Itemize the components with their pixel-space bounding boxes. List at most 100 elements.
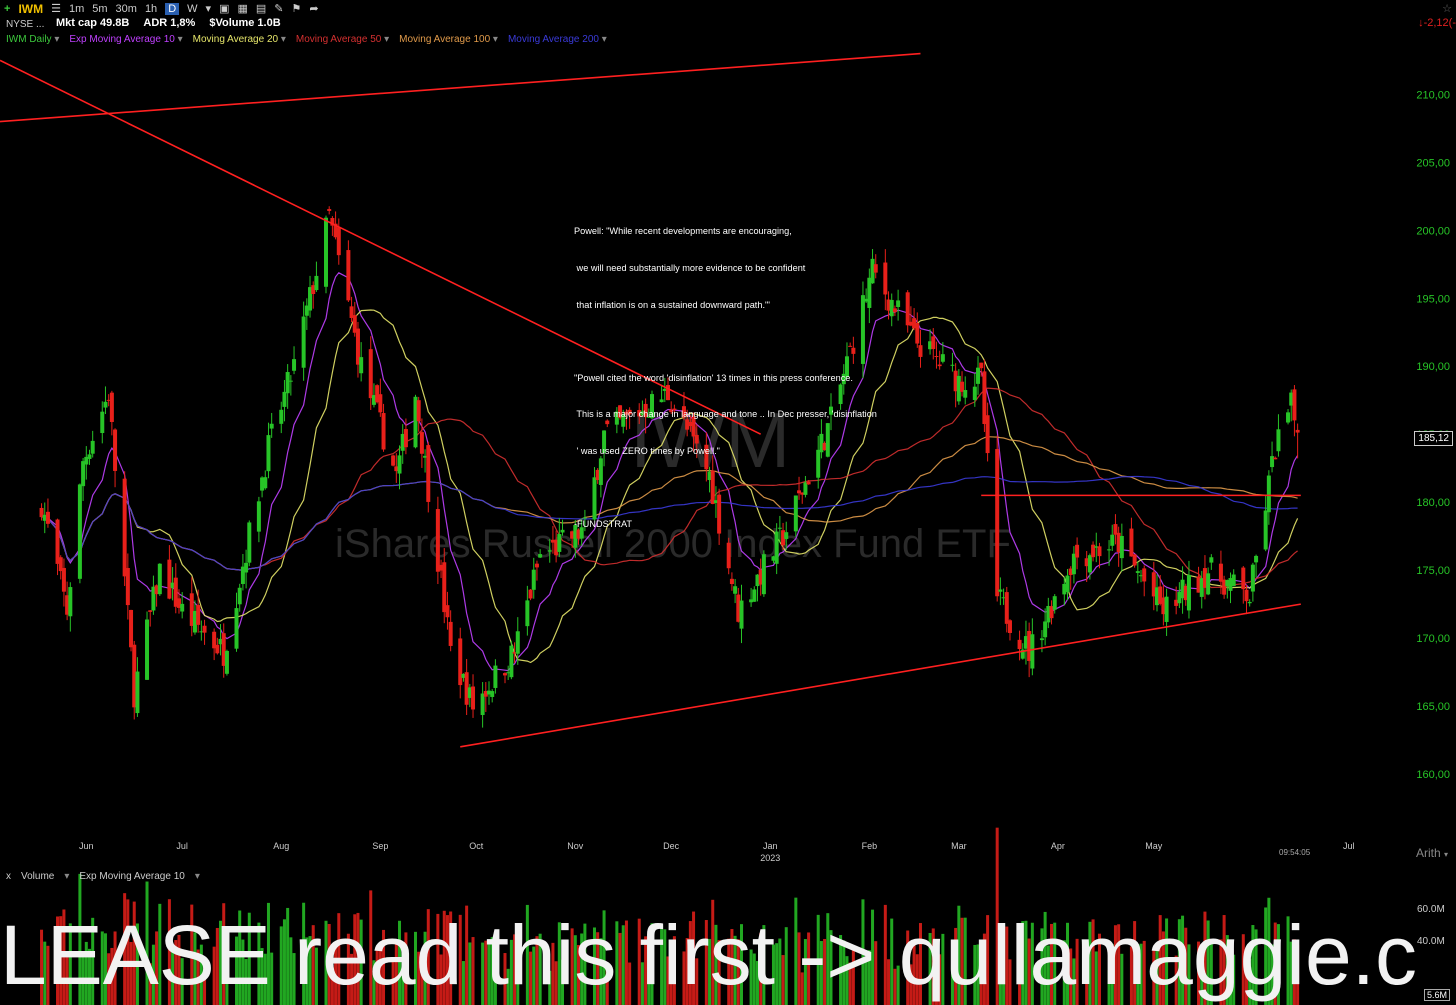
candle-body bbox=[1186, 574, 1191, 611]
time-tick-label: Dec bbox=[663, 841, 680, 851]
trendline bbox=[460, 603, 1301, 748]
candle-body bbox=[45, 511, 50, 524]
candle-body bbox=[288, 380, 293, 382]
candle-body bbox=[480, 693, 485, 716]
candle-body bbox=[148, 610, 153, 612]
candle-body bbox=[1065, 575, 1070, 593]
candle-body bbox=[381, 413, 386, 450]
candle-body bbox=[1209, 557, 1214, 563]
annotation-line: Powell: "While recent developments are e… bbox=[574, 226, 792, 237]
scale-mode-label: Arith bbox=[1416, 846, 1441, 860]
candle-body bbox=[368, 349, 373, 399]
candle-body bbox=[1039, 638, 1044, 641]
candle-body bbox=[547, 550, 552, 552]
annotation-line: "Powell cited the word 'disinflation' 13… bbox=[574, 372, 853, 383]
annotation-line: -FUNDSTRAT bbox=[574, 519, 633, 530]
candle-body bbox=[1292, 389, 1297, 421]
time-tick-label: Feb bbox=[862, 841, 878, 851]
candle-body bbox=[68, 587, 73, 617]
volume-legend-item[interactable]: Volume bbox=[21, 871, 54, 882]
candle-body bbox=[403, 429, 408, 448]
candle-body bbox=[122, 478, 127, 577]
candle-body bbox=[1075, 544, 1080, 558]
candle-body bbox=[889, 299, 894, 317]
clock-label: 09:54:05 bbox=[1279, 848, 1311, 857]
candle-body bbox=[1007, 620, 1012, 633]
price-tick-label: 180,00 bbox=[1416, 497, 1450, 509]
time-tick-label: Apr bbox=[1051, 841, 1065, 851]
candle-body bbox=[1263, 510, 1268, 550]
candle-body bbox=[1132, 554, 1137, 566]
candle-body bbox=[1052, 596, 1057, 610]
price-tick-label: 175,00 bbox=[1416, 565, 1450, 577]
candle-body bbox=[90, 440, 95, 454]
annotation-note: Powell: "While recent developments are e… bbox=[574, 201, 877, 543]
candle-body bbox=[145, 619, 150, 680]
candle-body bbox=[113, 429, 118, 471]
price-tick-label: 165,00 bbox=[1416, 701, 1450, 713]
candle-body bbox=[445, 605, 450, 618]
price-tick-label: 170,00 bbox=[1416, 633, 1450, 645]
candle-body bbox=[448, 621, 453, 646]
candle-body bbox=[1017, 639, 1022, 649]
close-icon[interactable]: x bbox=[6, 871, 11, 882]
candle-body bbox=[905, 292, 910, 326]
candle-body bbox=[266, 435, 271, 472]
candle-body bbox=[976, 367, 981, 384]
candle-body bbox=[534, 563, 539, 568]
time-tick-label: Mar bbox=[951, 841, 967, 851]
candle-body bbox=[224, 650, 229, 674]
scale-mode-toggle[interactable]: Arith ▾ bbox=[1416, 846, 1448, 860]
candle-body bbox=[135, 671, 140, 714]
candle-body bbox=[1129, 528, 1134, 557]
time-axis: Jun Jul Aug Sep Oct Nov Dec Jan Feb Mar Apr May Jul 2… bbox=[79, 841, 1354, 863]
candle-body bbox=[1206, 573, 1211, 595]
candle-body bbox=[915, 322, 920, 344]
price-tick-label: 160,00 bbox=[1416, 769, 1450, 781]
candle-body bbox=[1119, 535, 1124, 559]
candle-body bbox=[426, 445, 431, 502]
volume-ema-legend[interactable]: Exp Moving Average 10 bbox=[79, 871, 184, 882]
candle-body bbox=[1107, 549, 1112, 551]
candle-body bbox=[1244, 589, 1249, 602]
candle-body bbox=[81, 461, 86, 487]
candle-body bbox=[490, 691, 495, 697]
candle-body bbox=[435, 509, 440, 572]
candle-body bbox=[1135, 571, 1140, 573]
candle-body bbox=[129, 609, 134, 648]
candle-body bbox=[963, 390, 968, 398]
candle-body bbox=[729, 578, 734, 585]
candle-body bbox=[538, 554, 543, 558]
candle-body bbox=[1218, 563, 1223, 582]
candle-body bbox=[761, 554, 766, 595]
candle-body bbox=[416, 400, 421, 422]
time-tick-label: Jul bbox=[176, 841, 188, 851]
annotation-line bbox=[574, 335, 877, 347]
volume-legend: x Volume ▾ Exp Moving Average 10 ▾ bbox=[6, 871, 200, 882]
price-tick-label: 195,00 bbox=[1416, 293, 1450, 305]
candle-body bbox=[237, 587, 242, 605]
time-tick-label: Jul bbox=[1343, 841, 1355, 851]
price-tick-label: 200,00 bbox=[1416, 225, 1450, 237]
candle-body bbox=[103, 401, 108, 408]
candle-body bbox=[1004, 592, 1009, 624]
candle-body bbox=[397, 455, 402, 474]
annotation-line: that inflation is on a sustained downwar… bbox=[574, 299, 771, 310]
time-tick-label: May bbox=[1145, 841, 1163, 851]
candle-body bbox=[940, 354, 945, 362]
candle-body bbox=[442, 562, 447, 613]
candle-body bbox=[1247, 601, 1252, 604]
candle-body bbox=[1164, 596, 1169, 622]
candle-body bbox=[359, 357, 364, 374]
promo-banner: LEASE read this first -> qullamaggie.c bbox=[0, 908, 1418, 1002]
candle-body bbox=[1276, 429, 1281, 452]
candle-body bbox=[985, 415, 990, 454]
candle-body bbox=[1110, 534, 1115, 546]
candle-body bbox=[531, 569, 536, 590]
candle-body bbox=[196, 605, 201, 625]
candle-body bbox=[247, 522, 252, 563]
price-tick-label: 190,00 bbox=[1416, 361, 1450, 373]
candle-body bbox=[998, 589, 1003, 592]
candle-body bbox=[1266, 475, 1271, 513]
candle-body bbox=[1273, 457, 1278, 460]
